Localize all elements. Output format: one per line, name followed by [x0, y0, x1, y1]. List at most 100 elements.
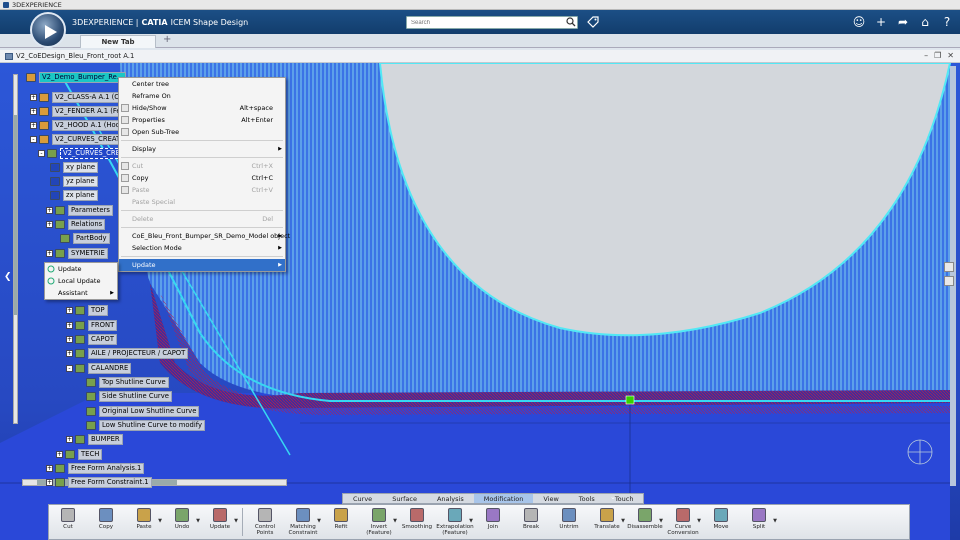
context-menu-item[interactable]: Copy Ctrl+C [119, 172, 285, 184]
action-button[interactable]: Undo ▼ [163, 505, 201, 539]
tree-item[interactable]: + AILE / PROJECTEUR / CAPOT [66, 347, 189, 359]
expand-icon[interactable]: + [66, 306, 73, 314]
action-button[interactable]: Join [474, 505, 512, 539]
tree-item[interactable]: + TOP [66, 304, 108, 316]
section-tab[interactable]: Modification [473, 494, 534, 503]
expand-icon[interactable]: + [66, 321, 73, 329]
expand-icon[interactable]: + [30, 121, 37, 129]
context-menu-item[interactable]: Reframe On [119, 90, 285, 102]
context-menu-item[interactable]: Hide/Show Alt+space [119, 102, 285, 114]
expand-icon[interactable]: + [46, 206, 53, 214]
tree-item[interactable]: - V2_CURVES_CRE [38, 147, 123, 159]
share-icon[interactable]: ➦ [896, 15, 910, 29]
submenu-item[interactable]: Local Update [45, 275, 117, 287]
section-tab[interactable]: Analysis [427, 494, 474, 503]
restore-icon[interactable]: ❐ [934, 51, 941, 60]
expand-icon[interactable]: - [38, 149, 45, 157]
tree-item[interactable]: + CAPOT [66, 333, 117, 345]
expand-icon[interactable]: + [66, 349, 73, 357]
action-button[interactable]: Refit [322, 505, 360, 539]
user-icon[interactable]: ☺ [852, 15, 866, 29]
action-button[interactable]: Extrapolation (Feature) ▼ [436, 505, 474, 539]
tree-item[interactable]: + BUMPER [66, 433, 123, 445]
dropdown-arrow-icon[interactable]: ▼ [659, 518, 663, 524]
action-button[interactable]: Paste ▼ [125, 505, 163, 539]
action-button[interactable]: Matching Constraint ▼ [284, 505, 322, 539]
tree-item[interactable]: Original Low Shutline Curve [86, 405, 200, 417]
context-menu-item[interactable]: Selection Mode ▶ [119, 242, 285, 254]
expand-icon[interactable]: + [46, 249, 53, 257]
dropdown-arrow-icon[interactable]: ▼ [158, 518, 162, 524]
tree-item[interactable]: Top Shutline Curve [86, 376, 169, 388]
tree-item[interactable]: Side Shutline Curve [86, 390, 172, 402]
add-tab-button[interactable]: + [163, 34, 171, 45]
action-button[interactable]: Move [702, 505, 740, 539]
context-menu-item[interactable]: Open Sub-Tree [119, 126, 285, 138]
expand-icon[interactable]: + [66, 435, 73, 443]
viewport-tool-button[interactable] [944, 276, 954, 286]
tree-item[interactable]: - CALANDRE [66, 362, 132, 374]
action-button[interactable]: Smoothing [398, 505, 436, 539]
action-button[interactable]: Cut [49, 505, 87, 539]
minimize-icon[interactable]: – [924, 51, 928, 60]
tree-item[interactable]: + Relations [46, 218, 106, 230]
expand-icon[interactable]: + [46, 220, 53, 228]
context-menu-item[interactable]: Display ▶ [119, 143, 285, 155]
dropdown-arrow-icon[interactable]: ▼ [697, 518, 701, 524]
context-menu-item[interactable]: Properties Alt+Enter [119, 114, 285, 126]
dropdown-arrow-icon[interactable]: ▼ [196, 518, 200, 524]
expand-icon[interactable]: - [66, 364, 73, 372]
tree-vertical-scrollbar[interactable] [13, 74, 18, 424]
expand-icon[interactable]: + [30, 93, 37, 101]
action-button[interactable]: Untrim [550, 505, 588, 539]
tree-item[interactable]: + Parameters [46, 204, 113, 216]
action-button[interactable]: Control Points [246, 505, 284, 539]
expand-icon[interactable]: + [30, 107, 37, 115]
action-button[interactable]: Translate ▼ [588, 505, 626, 539]
action-button[interactable]: Update ▼ [201, 505, 239, 539]
context-menu-item[interactable]: Center tree [119, 78, 285, 90]
dropdown-arrow-icon[interactable]: ▼ [393, 518, 397, 524]
tree-item[interactable]: + Free Form Analysis.1 [46, 462, 145, 474]
tree-item[interactable]: zx plane [50, 189, 98, 201]
tree-item[interactable]: + FRONT [66, 319, 118, 331]
tree-item[interactable]: - V2_CURVES_CREATI [30, 133, 126, 145]
action-button[interactable]: Invert (Feature) ▼ [360, 505, 398, 539]
action-button[interactable]: Copy [87, 505, 125, 539]
add-icon[interactable]: + [874, 15, 888, 29]
submenu-item[interactable]: Assistant ▶ [45, 287, 117, 299]
search-input[interactable] [406, 16, 578, 29]
tree-root[interactable]: V2_Demo_Bumper_Re... [26, 71, 127, 83]
search-icon[interactable] [566, 17, 576, 27]
section-tab[interactable]: Curve [343, 494, 382, 503]
dropdown-arrow-icon[interactable]: ▼ [317, 518, 321, 524]
collapse-left-icon[interactable]: ❮ [4, 272, 12, 282]
dropdown-arrow-icon[interactable]: ▼ [469, 518, 473, 524]
action-button[interactable]: Break [512, 505, 550, 539]
submenu-item[interactable]: Update [45, 263, 117, 275]
section-tab[interactable]: Tools [569, 494, 605, 503]
dropdown-arrow-icon[interactable]: ▼ [773, 518, 777, 524]
dropdown-arrow-icon[interactable]: ▼ [621, 518, 625, 524]
tree-item[interactable]: xy plane [50, 161, 99, 173]
tree-item[interactable]: + Free Form Constraint.1 [46, 476, 152, 488]
chevron-down-icon[interactable]: ⌄ [610, 493, 620, 503]
action-button[interactable]: Split ▼ [740, 505, 778, 539]
close-icon[interactable]: ✕ [947, 51, 954, 60]
viewport-tool-button[interactable] [944, 262, 954, 272]
tree-item[interactable]: + TECH [56, 448, 103, 460]
tree-item[interactable]: + V2_FENDER A.1 (Fe [30, 105, 124, 117]
section-tab[interactable]: View [533, 494, 568, 503]
expand-icon[interactable]: + [46, 464, 53, 472]
compass-widget[interactable] [30, 12, 66, 48]
help-icon[interactable]: ? [940, 15, 954, 29]
tree-item[interactable]: + SYMETRIE [46, 247, 108, 259]
action-button[interactable]: Disassemble ▼ [626, 505, 664, 539]
section-tab[interactable]: Surface [382, 494, 427, 503]
context-menu-item[interactable]: Update ▶ [119, 259, 285, 271]
expand-icon[interactable]: + [46, 478, 53, 486]
tab-new-tab[interactable]: New Tab [80, 35, 156, 48]
context-menu-item[interactable]: CoE_Bleu_Front_Bumper_SR_Demo_Model obje… [119, 230, 290, 242]
tree-item[interactable]: PartBody [60, 232, 110, 244]
tree-item[interactable]: + V2_HOOD A.1 (Hoo [30, 119, 123, 131]
